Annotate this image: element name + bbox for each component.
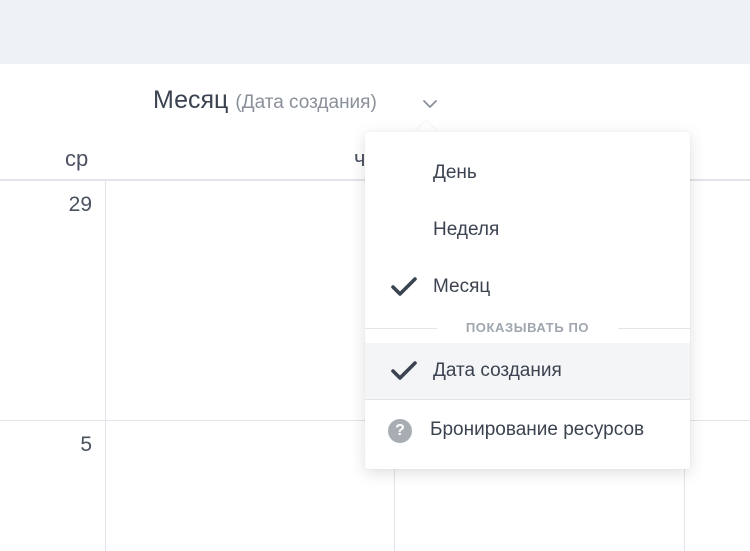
menu-item-month[interactable]: Месяц [365, 259, 690, 315]
chevron-down-icon[interactable] [421, 98, 439, 110]
column-divider [105, 181, 106, 551]
separator-line [618, 328, 690, 329]
section-separator: ПОКАЗЫВАТЬ ПО [365, 318, 690, 340]
view-selector[interactable]: Месяц (Дата создания) [153, 86, 377, 122]
checkmark-icon [391, 361, 417, 380]
day-number[interactable]: 29 [40, 193, 92, 217]
menu-item-label: Неделя [433, 219, 500, 240]
menu-item-resource-booking[interactable]: ? Бронирование ресурсов [365, 400, 690, 460]
menu-item-label: Дата создания [433, 360, 562, 381]
menu-item-week[interactable]: Неделя [365, 202, 690, 258]
menu-item-day[interactable]: День [365, 145, 690, 201]
menu-item-label: Месяц [433, 276, 491, 297]
dropdown-caret [415, 121, 437, 132]
menu-item-label: Бронирование ресурсов [430, 419, 645, 440]
view-dropdown-menu: День Неделя Месяц ПОКАЗЫВАТЬ ПО Дата соз… [365, 132, 690, 469]
weekday-header-wed: ср [65, 146, 89, 171]
menu-item-creation-date[interactable]: Дата создания [365, 343, 690, 399]
top-bar [0, 0, 750, 64]
day-number[interactable]: 5 [40, 433, 92, 457]
question-icon[interactable]: ? [388, 419, 412, 443]
view-selector-sublabel: (Дата создания) [235, 92, 377, 113]
weekday-header-thu: ч [354, 146, 366, 171]
view-selector-label: Месяц [153, 86, 229, 114]
checkmark-icon [391, 277, 417, 296]
menu-item-label: День [433, 162, 477, 183]
